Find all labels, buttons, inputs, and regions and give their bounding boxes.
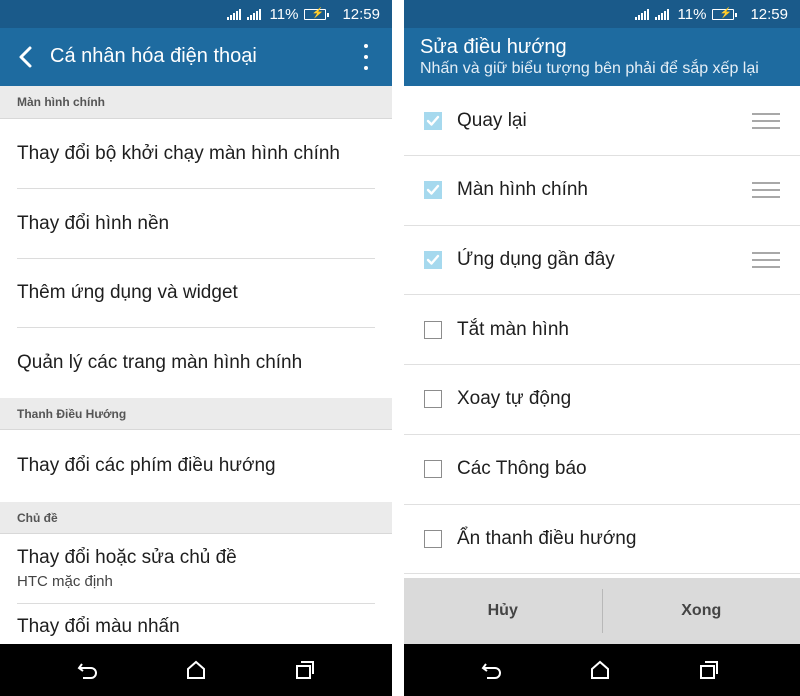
overflow-menu-icon[interactable] [362,44,370,70]
checkbox-checked[interactable] [424,111,442,130]
nav-option-row[interactable]: Tắt màn hình [404,295,800,366]
back-icon[interactable] [480,658,504,682]
check-icon [426,115,440,126]
clock: 12:59 [750,5,788,23]
list-item-subtitle: HTC mặc định [17,573,113,590]
home-icon[interactable] [184,658,208,682]
section-header-home: Màn hình chính [0,86,392,119]
nav-option-row[interactable]: Các Thông báo [404,435,800,505]
section-header-theme: Chủ đề [0,502,392,534]
recent-apps-icon[interactable] [293,658,317,682]
check-icon [426,184,440,195]
battery-charging-icon: ⚡ [304,8,330,20]
list-item-title: Thay đổi hoặc sửa chủ đề [17,547,237,568]
checkbox-checked[interactable] [424,181,442,200]
dialog-subtitle: Nhấn và giữ biểu tượng bên phải để sắp x… [420,60,759,77]
checkbox-unchecked[interactable] [424,390,442,409]
signal-3g-icon [634,8,649,20]
battery-charging-icon: ⚡ [712,8,738,20]
status-bar: 11% ⚡ 12:59 [404,0,800,28]
section-header-nav-bar: Thanh Điều Hướng [0,398,392,430]
nav-option-label: Các Thông báo [457,458,587,479]
status-bar: 11% ⚡ 12:59 [0,0,392,28]
dialog-button-bar: Hủy Xong [404,578,800,644]
checkbox-unchecked[interactable] [424,529,442,548]
nav-option-label: Quay lại [457,109,527,131]
nav-bar [404,644,800,696]
battery-percent: 11% [269,5,299,23]
page-title: Cá nhân hóa điện thoại [50,45,257,67]
nav-option-label: Ứng dụng gần đây [457,248,615,270]
checkbox-unchecked[interactable] [424,460,442,478]
nav-bar [0,644,392,696]
app-bar: Cá nhân hóa điện thoại [0,28,392,86]
list-item-manage-home-pages[interactable]: Quản lý các trang màn hình chính [17,328,375,398]
list-item-change-wallpaper[interactable]: Thay đổi hình nền [17,189,375,259]
signal-2g-icon [654,8,669,20]
nav-option-row[interactable]: Quay lại [404,86,800,156]
list-item-change-theme[interactable]: Thay đổi hoặc sửa chủ đề HTC mặc định [17,534,375,604]
screen-gap [392,0,404,696]
drag-handle-icon[interactable] [752,182,780,199]
nav-option-label: Tắt màn hình [457,318,569,340]
nav-option-label: Xoay tự động [457,388,572,410]
nav-option-row[interactable]: Màn hình chính [404,156,800,226]
check-icon [426,254,440,265]
nav-option-row[interactable]: Ẩn thanh điều hướng [404,504,800,575]
checkbox-unchecked[interactable] [424,320,442,339]
nav-option-label: Ẩn thanh điều hướng [457,527,637,549]
back-arrow-icon[interactable] [14,42,38,72]
drag-handle-icon[interactable] [752,112,780,129]
back-icon[interactable] [76,658,100,682]
done-button[interactable]: Xong [603,578,800,644]
edit-navigation-screen: 11% ⚡ 12:59 Sửa điều hướng Nhấn và giữ b… [404,0,800,696]
signal-3g-icon [226,8,241,20]
list-item-change-nav-keys[interactable]: Thay đổi các phím điều hướng [17,430,375,502]
nav-option-row[interactable]: Ứng dụng gần đây [404,225,800,296]
cancel-button[interactable]: Hủy [404,578,602,644]
signal-2g-icon [246,8,261,20]
nav-option-row[interactable]: Xoay tự động [404,365,800,435]
dialog-title: Sửa điều hướng [420,36,567,58]
clock: 12:59 [342,5,380,23]
drag-handle-icon[interactable] [752,251,780,268]
recent-apps-icon[interactable] [697,658,721,682]
dialog-title-bar: Sửa điều hướng Nhấn và giữ biểu tượng bê… [404,28,800,86]
list-item-add-apps-widgets[interactable]: Thêm ứng dụng và widget [17,259,375,328]
list-item-change-launcher[interactable]: Thay đổi bộ khởi chạy màn hình chính [17,119,375,189]
home-icon[interactable] [588,658,612,682]
checkbox-checked[interactable] [424,250,442,269]
battery-percent: 11% [677,5,707,23]
personalize-screen: 11% ⚡ 12:59 Cá nhân hóa điện thoại Màn h… [0,0,392,696]
nav-option-label: Màn hình chính [457,179,588,201]
